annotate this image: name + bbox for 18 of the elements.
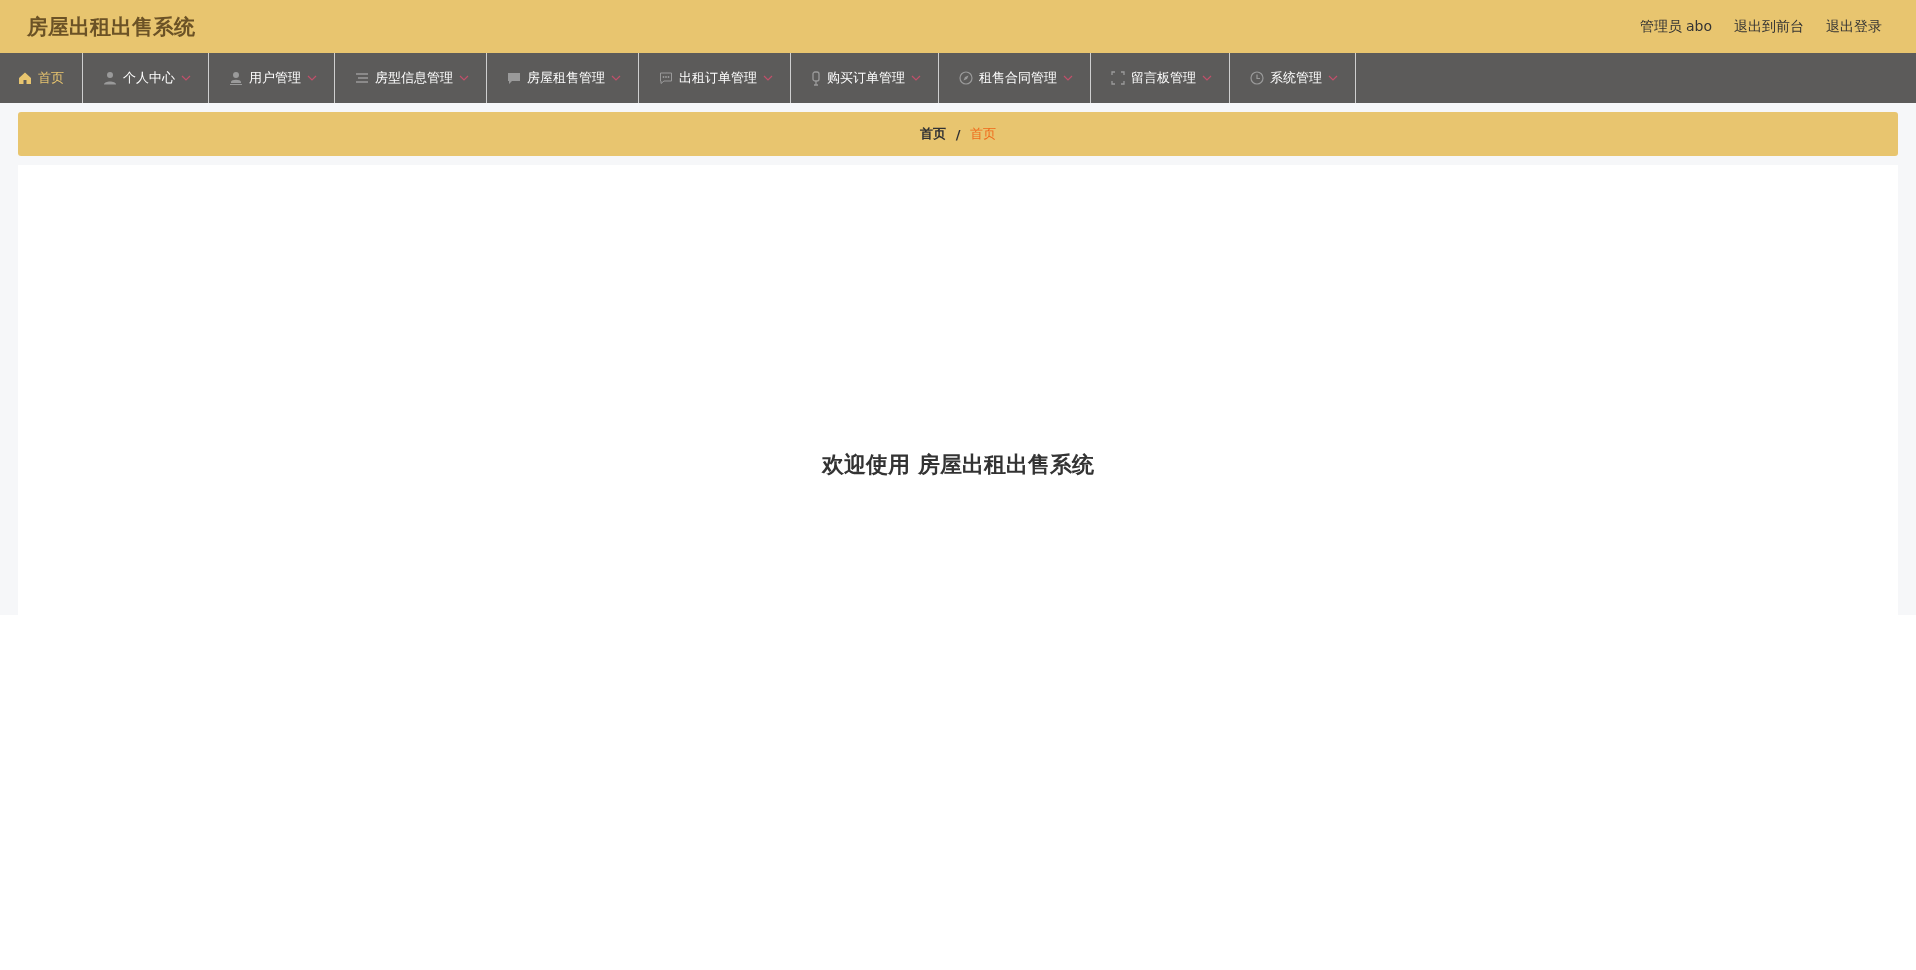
user-icon: [229, 71, 243, 85]
compass-icon: [959, 71, 973, 85]
breadcrumb-item[interactable]: 首页: [919, 125, 946, 143]
header-link[interactable]: 退出登录: [1826, 17, 1882, 36]
person-icon: [103, 71, 117, 85]
app-title: 房屋出租出售系统: [27, 13, 195, 41]
home-icon: [18, 71, 32, 85]
chat-dots-icon: [659, 71, 673, 85]
breadcrumb-separator: /: [955, 126, 961, 142]
fullscreen-icon: [1111, 71, 1125, 85]
welcome-heading: 欢迎使用 房屋出租出售系统: [822, 451, 1094, 479]
clock-icon: [1250, 71, 1264, 85]
list-icon: [355, 71, 369, 85]
header-link[interactable]: 退出到前台: [1734, 17, 1804, 36]
microphone-icon: [811, 70, 821, 86]
chat-bubble-icon: [507, 71, 521, 85]
user-label: 管理员 abo: [1639, 17, 1712, 36]
breadcrumb-item: 首页: [970, 125, 997, 143]
